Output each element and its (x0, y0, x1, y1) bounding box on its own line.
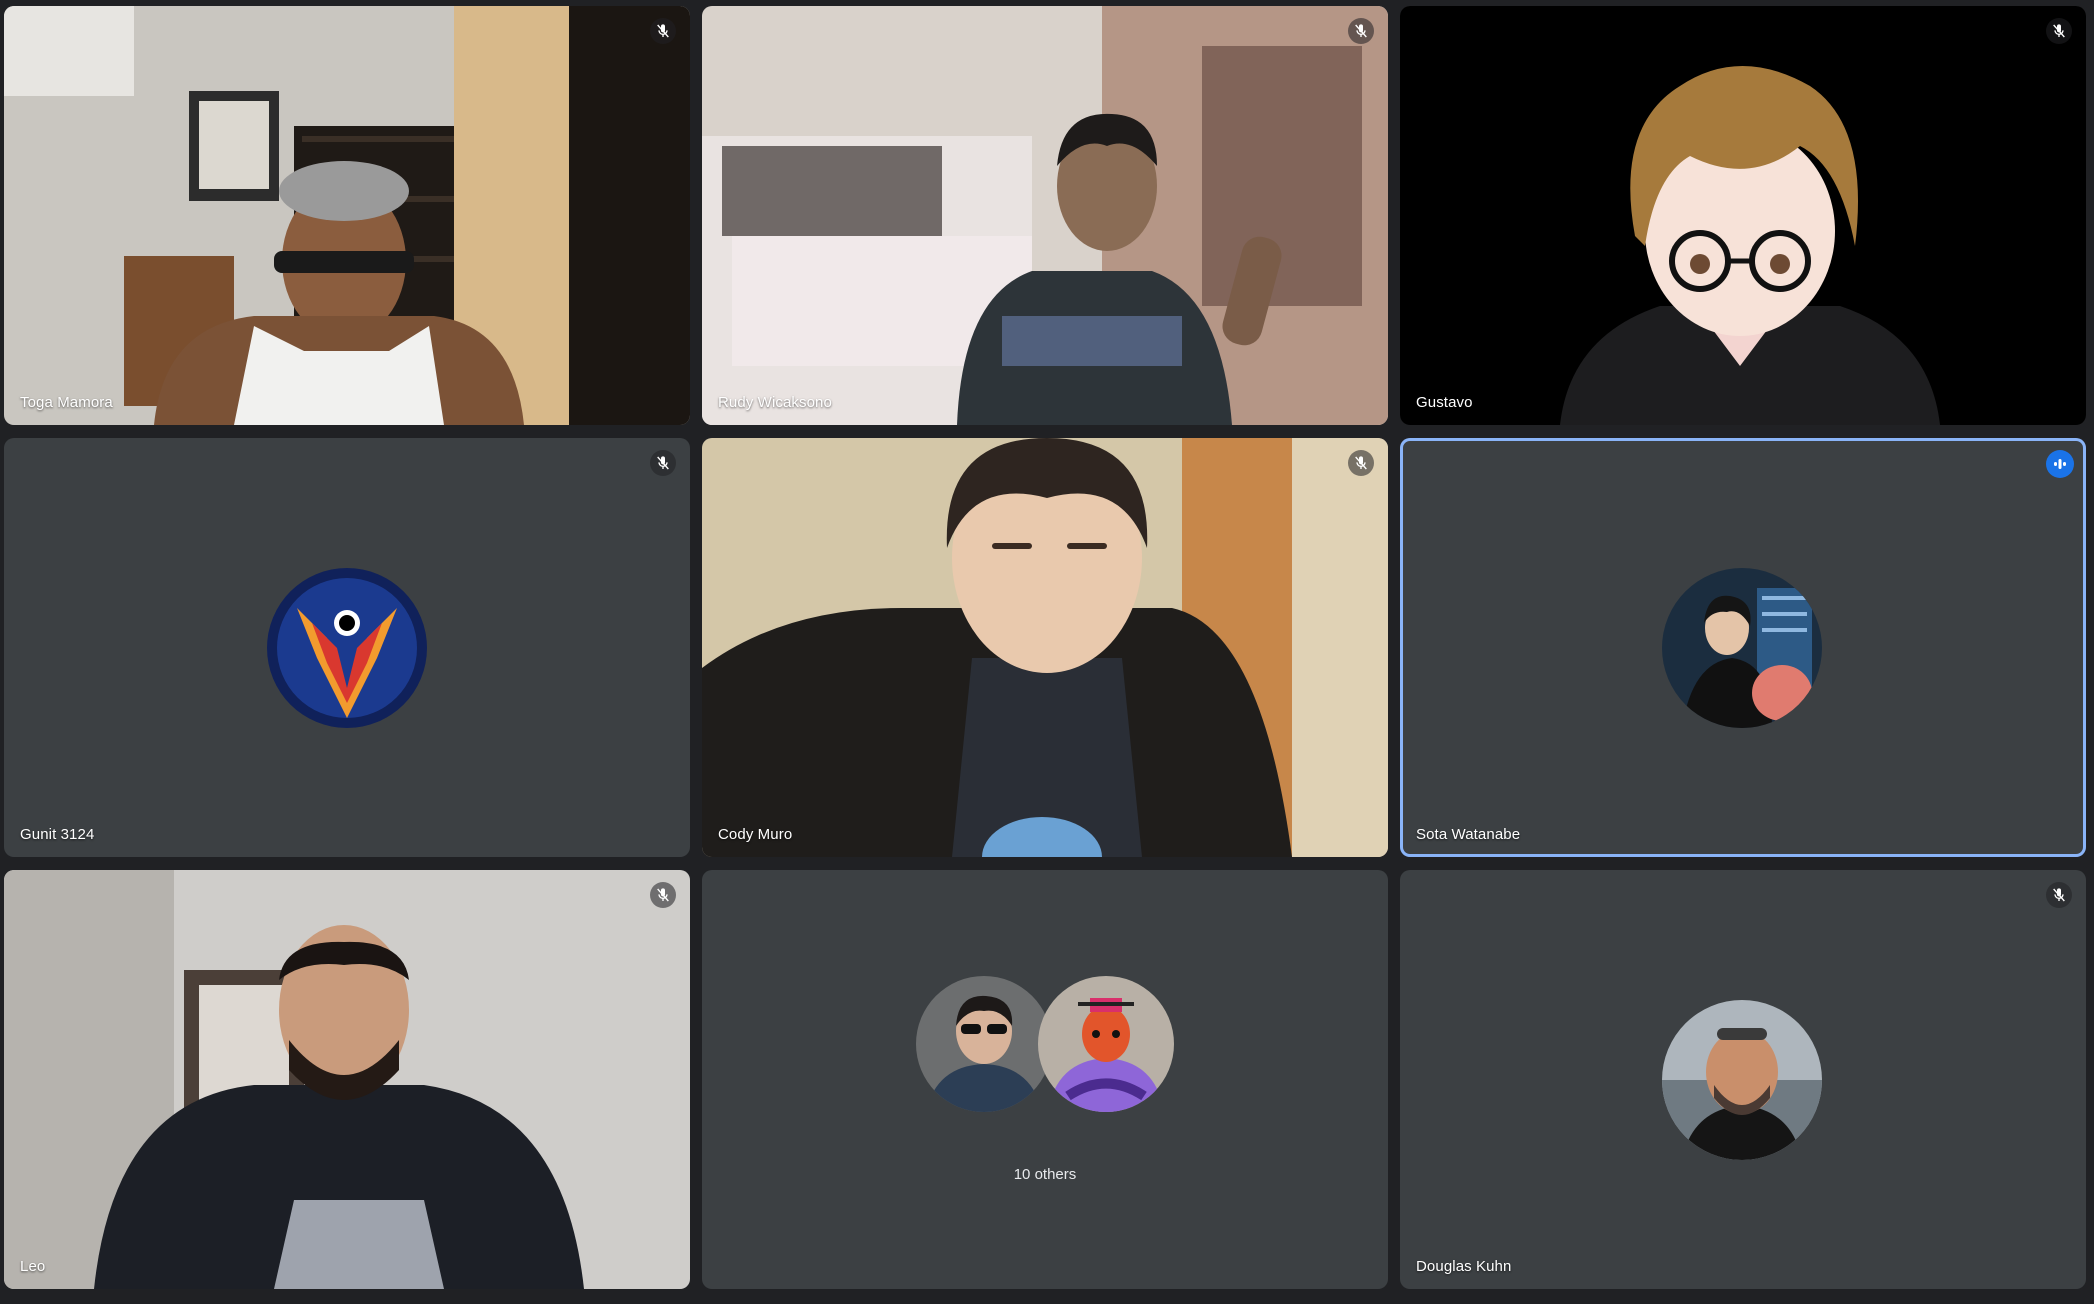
participant-tile-cody-muro[interactable]: Cody Muro (702, 438, 1388, 857)
participant-name: Douglas Kuhn (1416, 1258, 1512, 1275)
others-tile[interactable]: 10 others (702, 870, 1388, 1289)
mic-off-icon (650, 18, 676, 44)
mic-off-icon (1348, 18, 1374, 44)
video-feed (702, 438, 1388, 857)
participant-tile-gustavo[interactable]: Gustavo (1400, 6, 2086, 425)
participant-tile-gunit-3124[interactable]: Gunit 3124 (4, 438, 690, 857)
mic-off-icon (1348, 450, 1374, 476)
avatar (1662, 1000, 1822, 1160)
video-feed (1400, 6, 2086, 425)
avatar (916, 976, 1052, 1112)
participant-tile-rudy-wicaksono[interactable]: Rudy Wicaksono (702, 6, 1388, 425)
participant-name: Rudy Wicaksono (718, 394, 832, 411)
participant-name: Gunit 3124 (20, 826, 95, 843)
participant-name: Gustavo (1416, 394, 1473, 411)
participant-tile-leo[interactable]: Leo (4, 870, 690, 1289)
video-feed (702, 6, 1388, 425)
meeting-grid: Toga Mamora Rudy Wicaksono Gustavo Gunit… (0, 0, 2094, 1304)
video-feed (4, 870, 690, 1289)
participant-name: Leo (20, 1258, 46, 1275)
video-feed (4, 6, 690, 425)
mic-off-icon (2046, 18, 2072, 44)
mic-off-icon (650, 450, 676, 476)
participant-tile-toga-mamora[interactable]: Toga Mamora (4, 6, 690, 425)
participant-name: Sota Watanabe (1416, 826, 1521, 843)
mic-off-icon (650, 882, 676, 908)
mic-off-icon (2046, 882, 2072, 908)
participant-tile-sota-watanabe[interactable]: Sota Watanabe (1400, 438, 2086, 857)
participant-name: Toga Mamora (20, 394, 113, 411)
participant-name: Cody Muro (718, 826, 793, 843)
avatar (1038, 976, 1174, 1112)
audio-level-icon (2046, 450, 2074, 478)
avatar (1662, 568, 1822, 728)
others-count-label: 10 others (1013, 1166, 1077, 1183)
participant-tile-douglas-kuhn[interactable]: Douglas Kuhn (1400, 870, 2086, 1289)
avatar (267, 568, 427, 728)
